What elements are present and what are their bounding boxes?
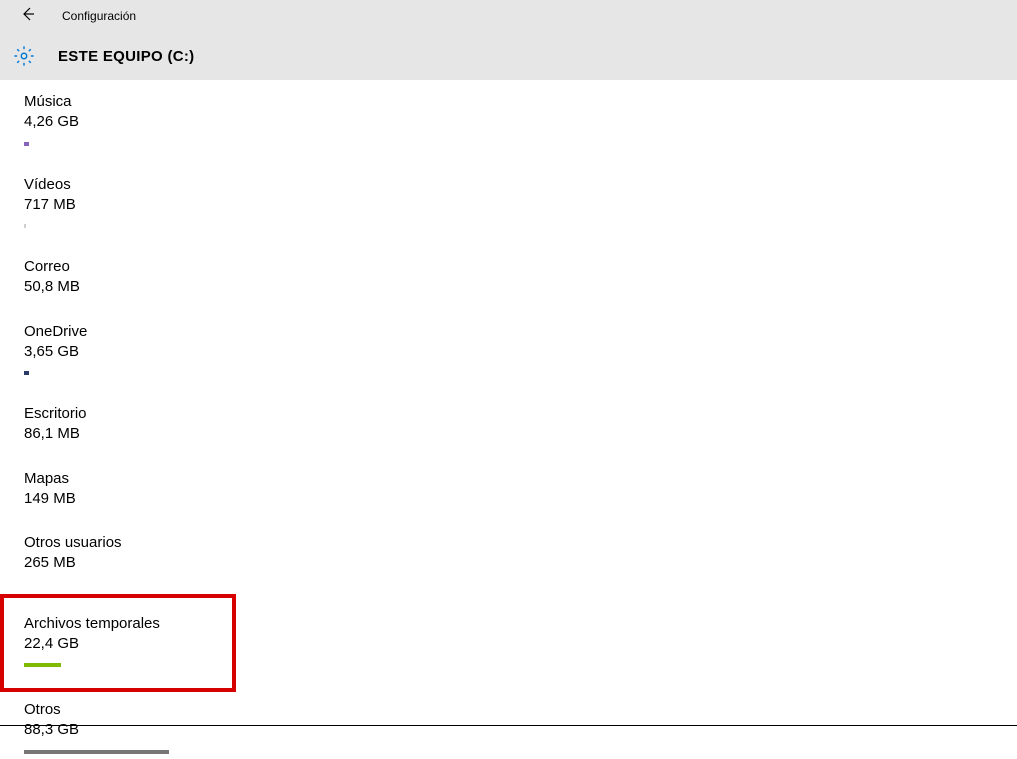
storage-item-otros-usuarios[interactable]: Otros usuarios265 MB	[24, 533, 1017, 574]
page-title: ESTE EQUIPO (C:)	[58, 48, 194, 65]
storage-item-name: Otros usuarios	[24, 533, 1017, 553]
storage-item-name: Música	[24, 92, 1017, 112]
storage-item-name: Escritorio	[24, 404, 1017, 424]
header: Configuración ESTE EQUIPO (C:)	[0, 0, 1017, 80]
storage-item-vídeos[interactable]: Vídeos717 MB	[24, 175, 1017, 234]
storage-item-size: 88,3 GB	[24, 720, 1017, 740]
storage-item-name: Vídeos	[24, 175, 1017, 195]
header-top: Configuración	[0, 0, 1017, 32]
storage-bar	[24, 371, 29, 375]
storage-item-correo[interactable]: Correo50,8 MB	[24, 257, 1017, 298]
storage-item-size: 717 MB	[24, 195, 1017, 215]
storage-item-mapas[interactable]: Mapas149 MB	[24, 469, 1017, 510]
storage-item-size: 4,26 GB	[24, 112, 1017, 132]
storage-item-size: 3,65 GB	[24, 342, 1017, 362]
back-button[interactable]	[16, 4, 40, 28]
storage-item-size: 149 MB	[24, 489, 1017, 509]
storage-bar	[24, 750, 169, 754]
header-bottom: ESTE EQUIPO (C:)	[0, 32, 1017, 80]
storage-item-name: Otros	[24, 700, 1017, 720]
storage-item-otros[interactable]: Otros88,3 GB	[24, 700, 1017, 759]
storage-item-música[interactable]: Música4,26 GB	[24, 92, 1017, 151]
storage-item-archivos-temporales[interactable]: Archivos temporales22,4 GB	[0, 594, 236, 693]
settings-label: Configuración	[62, 9, 136, 23]
storage-item-size: 50,8 MB	[24, 277, 1017, 297]
arrow-left-icon	[20, 6, 36, 27]
storage-bar	[24, 224, 26, 228]
storage-item-name: OneDrive	[24, 322, 1017, 342]
storage-item-size: 265 MB	[24, 553, 1017, 573]
bottom-divider	[0, 725, 1017, 726]
storage-item-name: Mapas	[24, 469, 1017, 489]
storage-item-name: Archivos temporales	[24, 614, 220, 634]
storage-item-name: Correo	[24, 257, 1017, 277]
storage-list: Música4,26 GB Vídeos717 MB Correo50,8 MB On…	[0, 80, 1017, 759]
storage-item-escritorio[interactable]: Escritorio86,1 MB	[24, 404, 1017, 445]
storage-item-onedrive[interactable]: OneDrive3,65 GB	[24, 322, 1017, 381]
storage-bar	[24, 142, 29, 146]
storage-item-size: 86,1 MB	[24, 424, 1017, 444]
storage-bar	[24, 663, 61, 667]
storage-item-size: 22,4 GB	[24, 634, 220, 654]
gear-icon	[12, 44, 36, 68]
